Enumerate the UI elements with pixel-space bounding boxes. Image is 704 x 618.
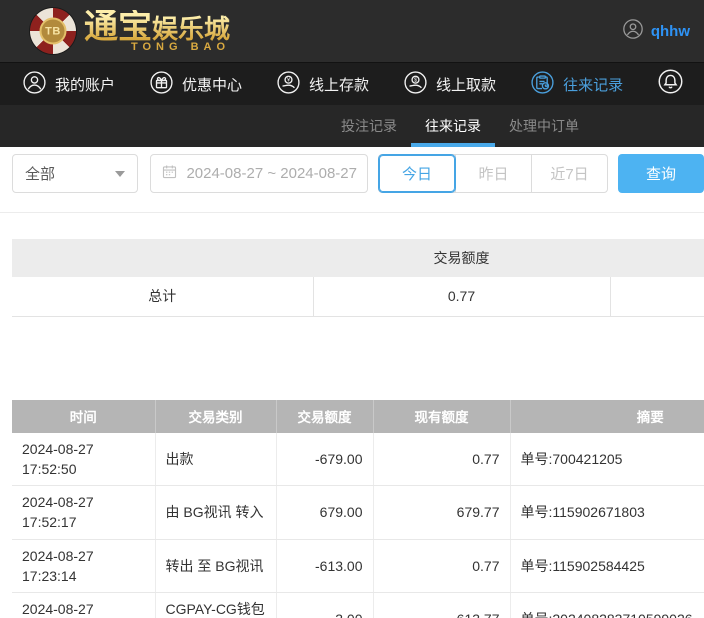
- table-row: 2024-08-27 17:23:14 转出 至 BG视讯 -613.00 0.…: [12, 539, 704, 594]
- cell-type: 转出 至 BG视讯: [155, 539, 277, 594]
- cell-balance: 613.77: [373, 592, 511, 618]
- chip-monogram: TB: [39, 17, 67, 45]
- cell-type: CGPAY-CG钱包支付笔笔送优惠: [155, 592, 277, 618]
- user-icon: [22, 70, 47, 99]
- nav-item-transactions[interactable]: 往来记录: [530, 70, 623, 99]
- tab-betting-records[interactable]: 投注记录: [327, 105, 411, 147]
- cell-summary: 单号:202408283710599026: [510, 592, 704, 618]
- table-row: 2024-08-27 17:52:50 出款 -679.00 0.77 单号:7…: [12, 432, 704, 487]
- col-header-balance: 现有额度: [373, 399, 511, 433]
- withdraw-coin-hand-icon: $: [403, 70, 428, 99]
- top-header: TB 通宝娱乐城 TONG BAO qhhw: [0, 0, 704, 62]
- nav-item-deposit[interactable]: ¥ 线上存款: [276, 70, 369, 99]
- bell-icon: [657, 68, 684, 100]
- cell-balance: 0.77: [373, 432, 511, 487]
- quick-btn-today[interactable]: 今日: [379, 155, 455, 192]
- table-row: 2024-08-27 17:52:17 由 BG视讯 转入 679.00 679…: [12, 485, 704, 540]
- user-account[interactable]: qhhw: [622, 18, 690, 45]
- cell-amount: 679.00: [276, 485, 374, 540]
- summary-header-row: 交易额度: [12, 239, 704, 277]
- poker-chip-icon: TB: [30, 8, 76, 54]
- summary-total-value: 0.77: [312, 277, 611, 317]
- cell-time: 2024-08-27 17:52:17: [12, 485, 156, 540]
- summary-total-row: 总计 0.77: [12, 277, 704, 317]
- tab-pending-orders[interactable]: 处理中订单: [495, 105, 593, 147]
- cell-type: 出款: [155, 432, 277, 487]
- col-header-summary: 摘要: [510, 399, 704, 433]
- main-nav: 我的账户 优惠中心 ¥ 线上存款 $ 线上取款 往来记录: [0, 62, 704, 105]
- cell-balance: 0.77: [373, 539, 511, 594]
- cell-time: 2024-08-27 17:23:14: [12, 539, 156, 594]
- summary-table: 交易额度 总计 0.77: [12, 239, 704, 317]
- chevron-down-icon: [115, 170, 126, 177]
- gift-icon: [149, 70, 174, 99]
- summary-header-amount: 交易额度: [313, 239, 610, 277]
- type-select[interactable]: 全部: [12, 154, 139, 193]
- cell-type: 由 BG视讯 转入: [155, 485, 277, 540]
- col-header-amount: 交易额度: [276, 399, 374, 433]
- nav-item-promotions[interactable]: 优惠中心: [149, 70, 242, 99]
- quick-date-group: 今日 昨日 近7日: [378, 154, 608, 193]
- record-tabs: 投注记录 往来记录 处理中订单: [0, 105, 704, 147]
- quick-btn-yesterday[interactable]: 昨日: [455, 155, 531, 192]
- deposit-coin-hand-icon: ¥: [276, 70, 301, 99]
- cell-time: 2024-08-27 17:22:52: [12, 592, 156, 618]
- col-header-time: 时间: [12, 399, 156, 433]
- tab-transaction-records[interactable]: 往来记录: [411, 105, 495, 147]
- cell-balance: 679.77: [373, 485, 511, 540]
- cell-time: 2024-08-27 17:52:50: [12, 432, 156, 487]
- cell-summary: 单号:700421205: [510, 432, 704, 487]
- transaction-records-icon: [530, 70, 555, 99]
- filter-bar: 全部 2024-08-27 ~ 2024-08-27 今日 昨日 近7日 查询: [12, 154, 704, 193]
- summary-section: 交易额度 总计 0.77: [12, 239, 704, 317]
- records-table: 时间 交易类别 交易额度 现有额度 摘要 2024-08-27 17:52:50…: [12, 399, 704, 618]
- notifications-bell[interactable]: [657, 68, 684, 100]
- nav-item-withdraw[interactable]: $ 线上取款: [403, 70, 496, 99]
- username: qhhw: [650, 22, 690, 40]
- search-button[interactable]: 查询: [618, 154, 704, 193]
- brand-name-en: TONG BAO: [130, 40, 231, 53]
- records-header-row: 时间 交易类别 交易额度 现有额度 摘要: [12, 399, 704, 433]
- calendar-icon: [161, 163, 178, 184]
- quick-btn-last7days[interactable]: 近7日: [531, 155, 607, 192]
- summary-total-label: 总计: [12, 277, 314, 317]
- section-divider: [0, 212, 704, 213]
- cell-amount: -679.00: [276, 432, 374, 487]
- cell-amount: -613.00: [276, 539, 374, 594]
- brand-name-cn: 通宝娱乐城: [84, 7, 231, 46]
- records-section: 时间 交易类别 交易额度 现有额度 摘要 2024-08-27 17:52:50…: [12, 399, 704, 618]
- table-row: 2024-08-27 17:22:52 CGPAY-CG钱包支付笔笔送优惠 3.…: [12, 592, 704, 618]
- nav-item-my-account[interactable]: 我的账户: [22, 70, 115, 99]
- col-header-type: 交易类别: [155, 399, 277, 433]
- cell-amount: 3.00: [276, 592, 374, 618]
- type-select-value: 全部: [25, 166, 56, 183]
- cell-summary: 单号:115902671803: [510, 485, 704, 540]
- user-avatar-icon: [622, 18, 644, 45]
- cell-summary: 单号:115902584425: [510, 539, 704, 594]
- brand-logo[interactable]: TB 通宝娱乐城 TONG BAO: [30, 8, 230, 54]
- date-range-value: 2024-08-27 ~ 2024-08-27: [186, 165, 357, 182]
- date-range-input[interactable]: 2024-08-27 ~ 2024-08-27: [150, 154, 368, 193]
